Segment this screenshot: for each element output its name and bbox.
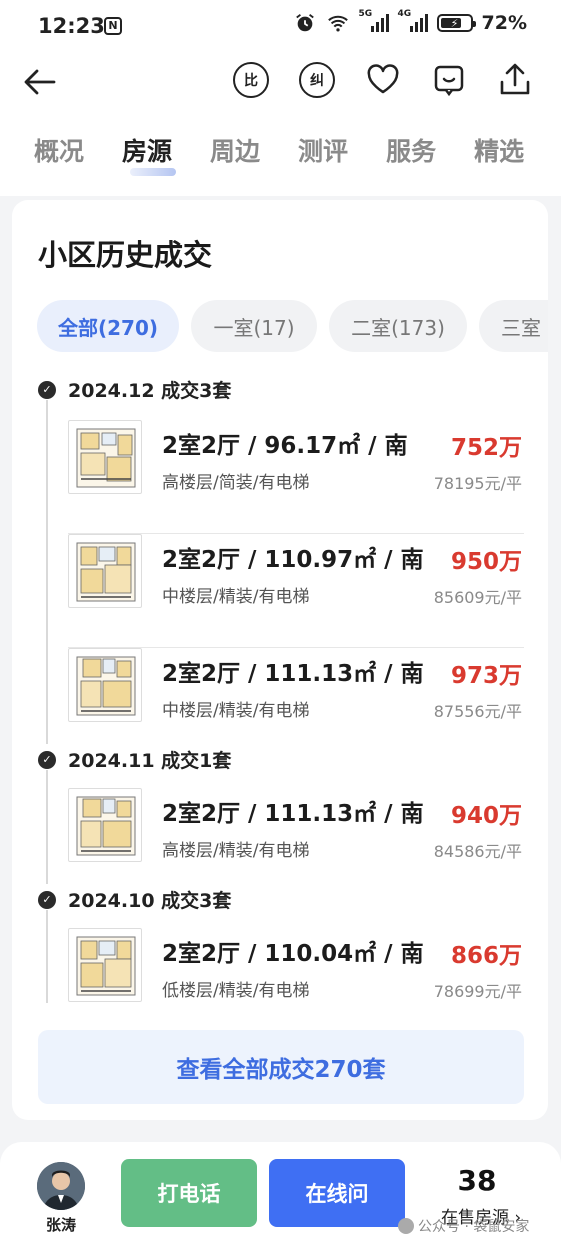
listing-room-info: 2室2厅 / 110.04㎡ / 南: [162, 941, 424, 967]
chip-three-room[interactable]: 三室: [479, 300, 548, 352]
group-heading: 2024.11 成交1套: [68, 750, 232, 772]
group-header: ✓ 2024.10 成交3套: [38, 886, 231, 913]
timeline-line: [46, 910, 48, 1003]
chip-one-room[interactable]: 一室(17): [191, 300, 317, 352]
signal-5g-icon: 5G: [359, 9, 389, 34]
watermark: 公众号 · 袋鼠安家: [398, 1216, 529, 1236]
check-icon: ✓: [38, 890, 56, 909]
section-title: 小区历史成交: [38, 238, 213, 272]
watermark-text: 公众号 · 袋鼠安家: [418, 1219, 530, 1235]
agent-name: 张涛: [45, 1216, 76, 1234]
tab-reviews[interactable]: 测评: [298, 132, 348, 168]
compare-button[interactable]: 比: [233, 62, 269, 98]
listing-unit-price: 78699元/平: [433, 982, 522, 1001]
listing-room-info: 2室2厅 / 111.13㎡ / 南: [162, 801, 424, 827]
transaction-item[interactable]: 2室2厅 / 111.13㎡ / 南 940万 高楼层/精装/有电梯 84586…: [68, 788, 524, 902]
floor-plan-image: [68, 534, 142, 608]
listing-unit-price: 87556元/平: [433, 702, 522, 721]
listing-price: 950万: [450, 549, 522, 575]
listing-room-info: 2室2厅 / 110.97㎡ / 南: [162, 547, 424, 573]
check-icon: ✓: [38, 750, 56, 769]
status-icons: 5G 4G ⚡ 72%: [293, 9, 527, 34]
transaction-history-card: 小区历史成交 全部(270) 一室(17) 二室(173) 三室 ✓ 2024.…: [12, 200, 548, 1120]
listing-tags: 中楼层/精装/有电梯: [162, 587, 310, 607]
group-header: ✓ 2024.12 成交3套: [38, 376, 231, 403]
transaction-item[interactable]: 2室2厅 / 110.97㎡ / 南 950万 中楼层/精装/有电梯 85609…: [68, 534, 524, 648]
listing-tags: 中楼层/精装/有电梯: [162, 701, 310, 721]
listing-tags: 高楼层/简装/有电梯: [162, 473, 310, 493]
group-heading: 2024.10 成交3套: [68, 890, 232, 912]
back-arrow-icon[interactable]: [22, 64, 58, 100]
tab-featured[interactable]: 精选: [474, 132, 524, 168]
wifi-icon: [327, 15, 348, 32]
status-time: 12:23: [38, 14, 105, 38]
group-header: ✓ 2024.11 成交1套: [38, 746, 231, 773]
floor-plan-image: [68, 788, 142, 862]
tab-overview[interactable]: 概况: [34, 132, 84, 168]
tab-listings[interactable]: 房源: [122, 132, 177, 176]
listing-price: 940万: [450, 803, 522, 829]
nfc-icon: N: [104, 17, 122, 35]
signal-4g-icon: 4G: [398, 9, 428, 34]
heart-icon[interactable]: [365, 62, 401, 98]
listing-price: 973万: [450, 663, 522, 689]
check-icon: ✓: [38, 380, 56, 399]
for-sale-count[interactable]: 38: [445, 1164, 509, 1197]
transaction-item[interactable]: 2室2厅 / 96.17㎡ / 南 752万 高楼层/简装/有电梯 78195元…: [68, 420, 524, 534]
wechat-icon: [398, 1218, 414, 1234]
listing-unit-price: 84586元/平: [433, 842, 522, 861]
top-nav: 比 纠: [0, 54, 561, 110]
call-button[interactable]: 打电话: [121, 1159, 257, 1227]
status-bar: 12:23 N 5G 4G ⚡ 72%: [0, 0, 561, 54]
timeline-line: [46, 770, 48, 884]
listing-price: 752万: [450, 435, 522, 461]
listing-room-info: 2室2厅 / 96.17㎡ / 南: [162, 433, 408, 459]
battery-icon: ⚡: [436, 14, 476, 32]
online-chat-button[interactable]: 在线问: [269, 1159, 405, 1227]
listing-tags: 高楼层/精装/有电梯: [162, 841, 310, 861]
floor-plan-image: [68, 928, 142, 1002]
transaction-item[interactable]: 2室2厅 / 110.04㎡ / 南 866万 低楼层/精装/有电梯 78699…: [68, 928, 524, 1003]
chip-all[interactable]: 全部(270): [37, 300, 179, 352]
listing-price: 866万: [450, 943, 522, 969]
transaction-timeline: ✓ 2024.12 成交3套 2室2厅 / 96.17㎡ / 南 752万 高楼…: [12, 370, 548, 1003]
listing-unit-price: 85609元/平: [433, 588, 522, 607]
listing-unit-price: 78195元/平: [433, 474, 522, 493]
listing-room-info: 2室2厅 / 111.13㎡ / 南: [162, 661, 424, 687]
section-tabs: 概况 房源 周边 测评 服务 精选: [34, 132, 524, 176]
alarm-icon: [295, 14, 314, 32]
listing-tags: 低楼层/精装/有电梯: [162, 981, 310, 1001]
timeline-line: [46, 400, 48, 744]
chip-two-room[interactable]: 二室(173): [329, 300, 467, 352]
bottom-action-bar: 张涛 打电话 在线问 38 在售房源 › 公众号 · 袋鼠安家: [0, 1142, 561, 1247]
transaction-item[interactable]: 2室2厅 / 111.13㎡ / 南 973万 中楼层/精装/有电梯 87556…: [68, 648, 524, 762]
room-filter-chips: 全部(270) 一室(17) 二室(173) 三室: [37, 300, 548, 352]
tab-surroundings[interactable]: 周边: [210, 132, 260, 168]
floor-plan-image: [68, 648, 142, 722]
floor-plan-image: [68, 420, 142, 494]
agent-avatar[interactable]: [37, 1162, 85, 1210]
message-icon[interactable]: [431, 62, 467, 98]
group-heading: 2024.12 成交3套: [68, 380, 232, 402]
share-icon[interactable]: [497, 62, 533, 98]
report-error-button[interactable]: 纠: [299, 62, 335, 98]
battery-percent: 72%: [481, 12, 527, 34]
tab-services[interactable]: 服务: [386, 132, 436, 168]
view-all-transactions-button[interactable]: 查看全部成交270套: [38, 1030, 524, 1104]
